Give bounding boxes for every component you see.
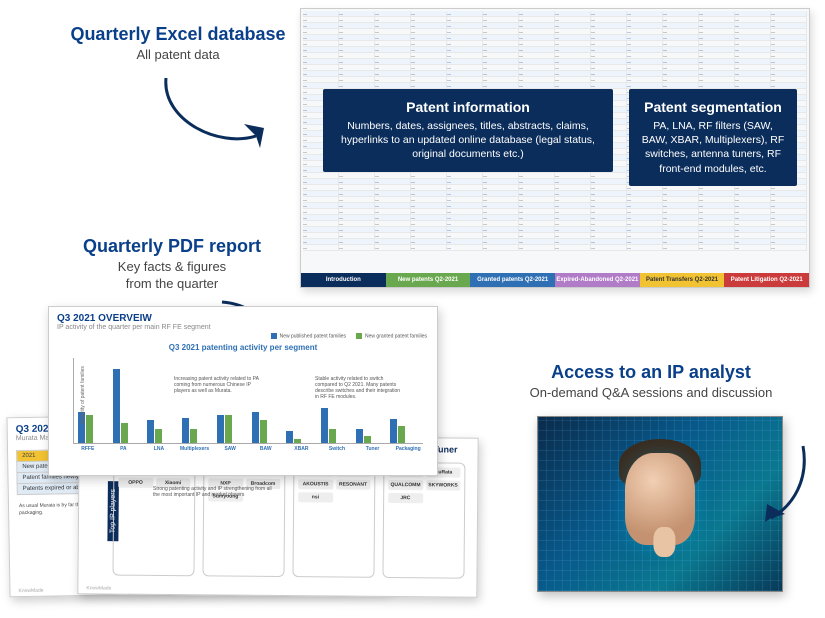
x-tick-label: Tuner [358,446,388,452]
chart-annotation: Strong patenting activity and IP strengt… [153,486,273,498]
patent-segmentation-overlay: Patent segmentation PA, LNA, RF filters … [629,89,797,186]
chart-legend: New published patent families New grante… [49,333,437,339]
x-tick-label: SAW [215,446,245,452]
x-tick-label: Switch [322,446,352,452]
slide-footer: KnowMade [18,588,43,594]
excel-callout: Quarterly Excel database All patent data [68,24,288,62]
bar [190,429,197,443]
bar [155,429,162,443]
bar-chart: Quantity of patent families Increasing p… [73,358,423,444]
bar [121,423,128,443]
slide-header: Q3 2021 OVERVEIW [49,307,437,324]
chart-annotation: Stable activity related to switch compar… [315,376,405,400]
company-logo: RESONANT [336,480,371,490]
patent-information-overlay: Patent information Numbers, dates, assig… [323,89,613,172]
legend-item: New granted patent families [365,333,427,339]
slide-subheader: IP activity of the quarter per main RF F… [49,324,437,333]
x-tick-label: PA [109,446,139,452]
excel-sheet-tabs: Introduction New patents Q2-2021 Granted… [301,273,809,287]
chart-annotation: Increasing patent activity related to PA… [174,376,264,394]
excel-tab[interactable]: Patent Litigation Q2-2021 [724,273,809,287]
x-tick-label: BAW [251,446,281,452]
excel-tab[interactable]: Patent Transfers Q2-2021 [640,273,725,287]
logo-column: SKYWORKSQorvoNXPBroadcomSumyoung [202,460,285,577]
excel-tab[interactable]: Granted patents Q2-2021 [470,273,555,287]
logo-column: OPPOmuRataQUALCOMMSKYWORKSJRC [382,462,465,579]
bar [252,412,259,443]
bar [356,429,363,443]
logo-column: SAMSUNGvivoOPPOXiaomi [112,460,195,577]
bar [260,420,267,443]
excel-callout-sub: All patent data [68,47,288,62]
overlay-body: PA, LNA, RF filters (SAW, BAW, XBAR, Mul… [641,119,785,176]
bar [329,429,336,443]
arrow-icon [763,440,813,530]
pdf-callout-title: Quarterly PDF report [62,236,282,257]
arrow-icon [158,72,268,162]
company-logo: QUALCOMM [388,480,423,490]
overlay-title: Patent segmentation [641,99,785,115]
analyst-title: Access to an IP analyst [501,362,801,383]
bar [321,408,328,443]
company-logo: nsi [298,492,333,502]
x-tick-label: Packaging [393,446,423,452]
slide-footer: KnowMade [86,585,111,591]
analyst-image [537,416,783,592]
chart-x-labels: RFFE PA LNA Multiplexers SAW BAW XBAR Switch Tun… [73,446,423,452]
logo-column: QUALCOMMTAIYO YUDENAKOUSTISRESONANTnsi [292,461,375,578]
bar [398,426,405,443]
overlay-title: Patent information [335,99,601,115]
chart-ylabel: Quantity of patent families [80,366,86,424]
analyst-hand-shape [653,527,675,557]
bar [286,431,293,444]
bar [390,419,397,443]
bar [113,369,120,443]
company-logo: JRC [388,493,423,503]
pdf-callout: Quarterly PDF report Key facts & figures… [62,236,282,291]
pdf-slide-chart: Q3 2021 OVERVEIW IP activity of the quar… [48,306,438,476]
excel-database-thumbnail: ————————————————————————————————————————… [300,8,810,288]
excel-tab[interactable]: Expired-Abandoned Q2-2021 [555,273,640,287]
analyst-callout: Access to an IP analyst On-demand Q&A se… [501,362,801,400]
bar [86,415,93,444]
excel-tab[interactable]: Introduction [301,273,386,287]
bar [364,436,371,443]
x-tick-label: LNA [144,446,174,452]
x-tick-label: Multiplexers [180,446,210,452]
company-logo: SKYWORKS [426,480,461,490]
excel-tab[interactable]: New patents Q2-2021 [386,273,471,287]
bar [182,418,189,444]
chart-title: Q3 2021 patenting activity per segment [49,343,437,352]
x-tick-label: XBAR [287,446,317,452]
excel-callout-title: Quarterly Excel database [68,24,288,45]
pdf-callout-sub1: Key facts & figures [62,259,282,274]
company-logo: OPPO [118,478,153,488]
pdf-report-stack: Q3 2021 Murata Manufacturing 2021 New pa… [8,306,468,606]
overlay-body: Numbers, dates, assignees, titles, abstr… [335,119,601,162]
x-tick-label: RFFE [73,446,103,452]
bar [294,439,301,444]
bar [225,415,232,444]
bar [217,415,224,444]
company-logo: AKOUSTIS [298,479,333,489]
pdf-callout-sub2: from the quarter [62,276,282,291]
analyst-sub: On-demand Q&A sessions and discussion [501,385,801,400]
bar [147,420,154,443]
legend-item: New published patent families [280,333,346,339]
